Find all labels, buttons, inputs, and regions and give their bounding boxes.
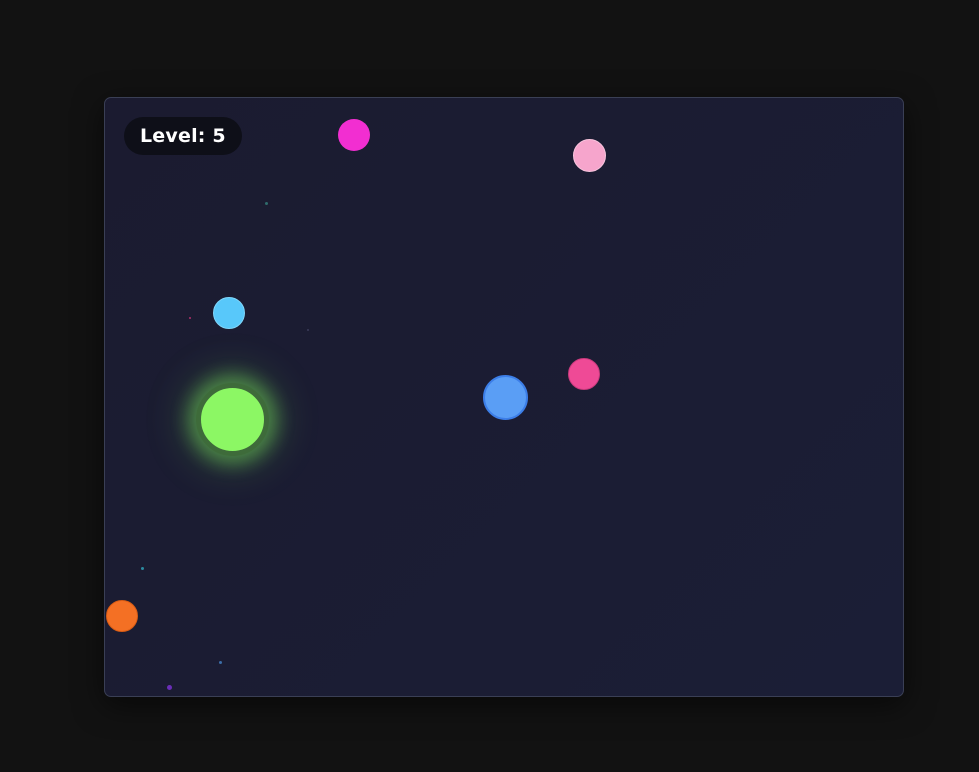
particle xyxy=(167,685,172,690)
level-value: 5 xyxy=(212,125,226,147)
player-orb[interactable] xyxy=(196,383,269,456)
cyan-ball xyxy=(213,297,245,329)
magenta-ball xyxy=(338,119,370,151)
particle xyxy=(307,329,309,331)
blue-ball xyxy=(483,375,528,420)
particle xyxy=(189,317,191,319)
level-indicator: Level: 5 xyxy=(124,117,242,155)
light-pink-ball xyxy=(573,139,606,172)
hot-pink-ball xyxy=(568,358,600,390)
particle xyxy=(141,567,144,570)
game-playfield[interactable]: Level: 5 xyxy=(104,97,904,697)
particle xyxy=(219,661,222,664)
orange-ball xyxy=(106,600,138,632)
particle xyxy=(265,202,268,205)
level-label: Level: xyxy=(140,125,206,147)
